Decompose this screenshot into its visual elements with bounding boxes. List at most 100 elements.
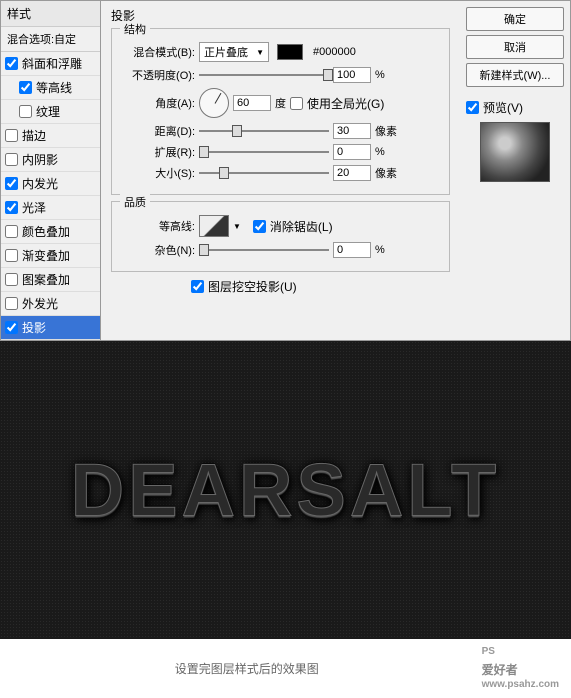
spread-label: 扩展(R): (120, 144, 195, 160)
result-text: DEARSALT (71, 448, 500, 533)
blend-mode-select[interactable]: 正片叠底 ▼ (199, 42, 269, 62)
knockout-checkbox[interactable] (191, 280, 204, 293)
caption-text: 设置完图层样式后的效果图 (175, 660, 319, 677)
blending-options[interactable]: 混合选项:自定 (1, 27, 100, 52)
quality-label: 品质 (120, 194, 150, 210)
style-checkbox[interactable] (5, 297, 18, 310)
angle-label: 角度(A): (120, 95, 195, 111)
style-item-1[interactable]: 等高线 (1, 76, 100, 100)
distance-slider[interactable] (199, 124, 329, 138)
panel-title: 投影 (111, 7, 450, 24)
antialias-label: 消除锯齿(L) (270, 218, 333, 235)
style-item-10[interactable]: 外发光 (1, 292, 100, 316)
style-label: 光泽 (22, 199, 46, 216)
style-checkbox[interactable] (5, 321, 18, 334)
style-checkbox[interactable] (19, 81, 32, 94)
style-label: 纹理 (36, 103, 60, 120)
style-checkbox[interactable] (5, 201, 18, 214)
spread-input[interactable] (333, 144, 371, 160)
opacity-input[interactable] (333, 67, 371, 83)
size-label: 大小(S): (120, 165, 195, 181)
percent-unit: % (375, 69, 385, 81)
style-item-5[interactable]: 内发光 (1, 172, 100, 196)
size-input[interactable] (333, 165, 371, 181)
style-item-9[interactable]: 图案叠加 (1, 268, 100, 292)
new-style-button[interactable]: 新建样式(W)... (466, 63, 564, 87)
ok-button[interactable]: 确定 (466, 7, 564, 31)
angle-dial[interactable] (199, 88, 229, 118)
global-light-checkbox[interactable] (290, 97, 303, 110)
style-checkbox[interactable] (5, 153, 18, 166)
blend-mode-label: 混合模式(B): (120, 44, 195, 60)
style-checkbox[interactable] (5, 129, 18, 142)
result-preview: DEARSALT (0, 341, 571, 639)
spread-slider[interactable] (199, 145, 329, 159)
style-checkbox[interactable] (19, 105, 32, 118)
style-label: 描边 (22, 127, 46, 144)
style-item-4[interactable]: 内阴影 (1, 148, 100, 172)
distance-label: 距离(D): (120, 123, 195, 139)
preview-label: 预览(V) (483, 99, 523, 116)
style-item-11[interactable]: 投影 (1, 316, 100, 340)
quality-fieldset: 品质 等高线: ▼ 消除锯齿(L) 杂色(N): % (111, 201, 450, 272)
watermark-sub: 爱好者 (482, 663, 518, 677)
caption-bar: 设置完图层样式后的效果图 PS 爱好者 www.psahz.com (0, 639, 571, 698)
noise-slider[interactable] (199, 243, 329, 257)
chevron-down-icon[interactable]: ▼ (233, 222, 241, 231)
style-checkbox[interactable] (5, 249, 18, 262)
watermark-url: www.psahz.com (482, 680, 559, 690)
noise-label: 杂色(N): (120, 242, 195, 258)
style-item-8[interactable]: 渐变叠加 (1, 244, 100, 268)
antialias-checkbox[interactable] (253, 220, 266, 233)
style-item-0[interactable]: 斜面和浮雕 (1, 52, 100, 76)
styles-sidebar: 样式 混合选项:自定 斜面和浮雕等高线纹理描边内阴影内发光光泽颜色叠加渐变叠加图… (1, 1, 101, 340)
angle-input[interactable] (233, 95, 271, 111)
percent-unit3: % (375, 244, 385, 256)
sidebar-title: 样式 (1, 1, 100, 27)
style-item-2[interactable]: 纹理 (1, 100, 100, 124)
watermark-logo: PS 爱好者 www.psahz.com (482, 647, 559, 690)
style-label: 斜面和浮雕 (22, 55, 82, 72)
style-label: 外发光 (22, 295, 58, 312)
preview-thumbnail (480, 122, 550, 182)
style-checkbox[interactable] (5, 177, 18, 190)
noise-input[interactable] (333, 242, 371, 258)
distance-unit: 像素 (375, 123, 397, 139)
preview-checkbox[interactable] (466, 101, 479, 114)
blend-mode-value: 正片叠底 (204, 44, 248, 60)
layer-style-dialog: 样式 混合选项:自定 斜面和浮雕等高线纹理描边内阴影内发光光泽颜色叠加渐变叠加图… (0, 0, 571, 341)
global-light-label: 使用全局光(G) (307, 95, 384, 112)
watermark-main: PS (482, 647, 559, 657)
style-item-7[interactable]: 颜色叠加 (1, 220, 100, 244)
style-label: 内阴影 (22, 151, 58, 168)
style-checkbox[interactable] (5, 273, 18, 286)
size-slider[interactable] (199, 166, 329, 180)
percent-unit2: % (375, 146, 385, 158)
knockout-label: 图层挖空投影(U) (208, 278, 297, 295)
style-checkbox[interactable] (5, 57, 18, 70)
opacity-label: 不透明度(O): (120, 67, 195, 83)
shadow-color-swatch[interactable] (277, 44, 303, 60)
contour-picker[interactable] (199, 215, 229, 237)
angle-unit: 度 (275, 95, 286, 111)
distance-input[interactable] (333, 123, 371, 139)
style-label: 渐变叠加 (22, 247, 70, 264)
settings-panel: 投影 结构 混合模式(B): 正片叠底▼ #000000 不透明度(O): % … (101, 1, 460, 340)
style-checkbox[interactable] (5, 225, 18, 238)
structure-label: 结构 (120, 21, 150, 37)
style-item-3[interactable]: 描边 (1, 124, 100, 148)
dialog-buttons: 确定 取消 新建样式(W)... 预览(V) (460, 1, 570, 340)
cancel-button[interactable]: 取消 (466, 35, 564, 59)
structure-fieldset: 结构 混合模式(B): 正片叠底▼ #000000 不透明度(O): % 角度(… (111, 28, 450, 195)
chevron-down-icon: ▼ (256, 48, 264, 57)
contour-label: 等高线: (120, 218, 195, 234)
style-label: 内发光 (22, 175, 58, 192)
opacity-slider[interactable] (199, 68, 329, 82)
style-item-6[interactable]: 光泽 (1, 196, 100, 220)
color-hex: #000000 (313, 46, 356, 58)
style-label: 图案叠加 (22, 271, 70, 288)
style-label: 投影 (22, 319, 46, 336)
size-unit: 像素 (375, 165, 397, 181)
style-label: 等高线 (36, 79, 72, 96)
style-label: 颜色叠加 (22, 223, 70, 240)
